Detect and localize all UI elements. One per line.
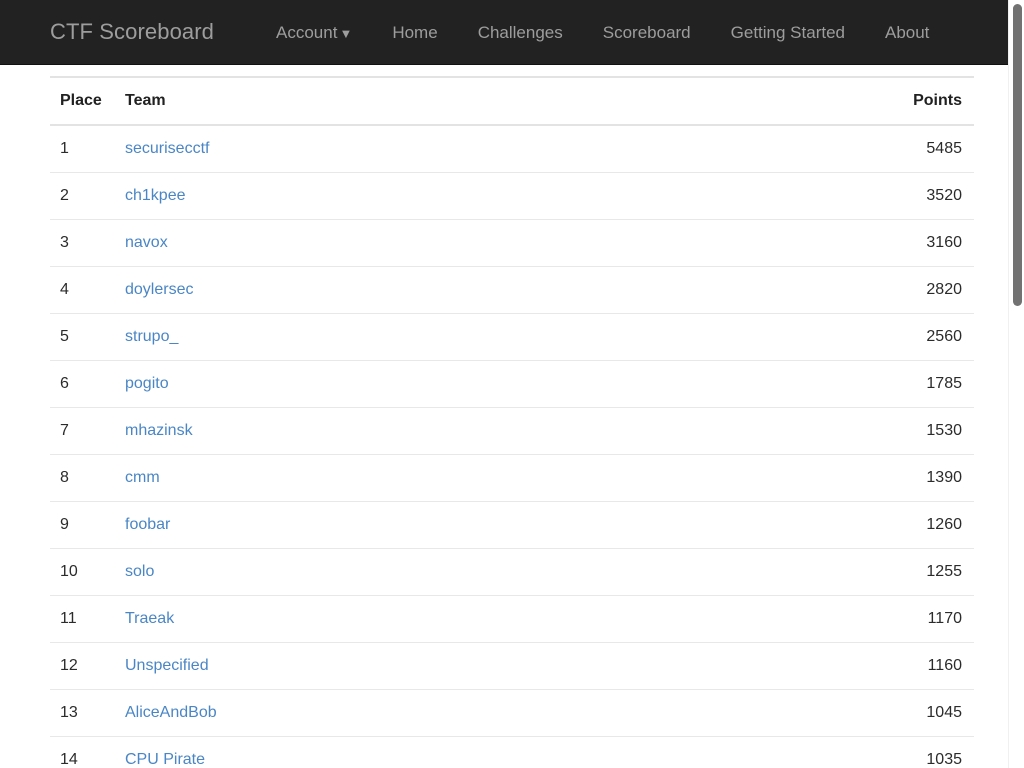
cell-points: 1390 bbox=[635, 454, 974, 502]
scoreboard-table: Place Team Points 1 securisecctf 5485 2 ch1k… bbox=[50, 76, 974, 768]
table-row: 7 mhazinsk 1530 bbox=[50, 407, 974, 455]
cell-points: 1785 bbox=[635, 360, 974, 408]
cell-points: 1170 bbox=[635, 595, 974, 643]
cell-points: 3160 bbox=[635, 219, 974, 267]
nav-item-about[interactable]: About bbox=[885, 24, 929, 41]
cell-team: mhazinsk bbox=[125, 407, 636, 455]
team-link[interactable]: pogito bbox=[125, 375, 169, 392]
navbar-brand[interactable]: CTF Scoreboard bbox=[50, 21, 214, 43]
cell-place: 5 bbox=[50, 313, 125, 361]
cell-points: 1160 bbox=[635, 642, 974, 690]
cell-points: 2560 bbox=[635, 313, 974, 361]
table-row: 6 pogito 1785 bbox=[50, 360, 974, 408]
nav-item-home-label: Home bbox=[392, 22, 438, 42]
team-link[interactable]: Unspecified bbox=[125, 657, 209, 674]
team-link[interactable]: solo bbox=[125, 563, 154, 580]
nav-item-getting-started[interactable]: Getting Started bbox=[731, 24, 845, 41]
table-header-row: Place Team Points bbox=[50, 77, 974, 126]
table-row: 11 Traeak 1170 bbox=[50, 595, 974, 643]
nav-item-account-label: Account bbox=[276, 22, 338, 42]
nav-item-scoreboard[interactable]: Scoreboard bbox=[603, 24, 691, 41]
table-row: 13 AliceAndBob 1045 bbox=[50, 689, 974, 737]
team-link[interactable]: mhazinsk bbox=[125, 422, 193, 439]
cell-team: AliceAndBob bbox=[125, 689, 636, 737]
top-navbar: CTF Scoreboard Account ▼ Home Challenges… bbox=[0, 0, 1024, 65]
cell-team: strupo_ bbox=[125, 313, 636, 361]
team-link[interactable]: ch1kpee bbox=[125, 187, 186, 204]
cell-team: pogito bbox=[125, 360, 636, 408]
cell-points: 1530 bbox=[635, 407, 974, 455]
cell-place: 13 bbox=[50, 689, 125, 737]
cell-place: 9 bbox=[50, 501, 125, 549]
cell-points: 1260 bbox=[635, 501, 974, 549]
cell-place: 6 bbox=[50, 360, 125, 408]
team-link[interactable]: securisecctf bbox=[125, 140, 209, 157]
cell-place: 1 bbox=[50, 125, 125, 173]
scrollbar-thumb[interactable] bbox=[1013, 4, 1022, 306]
nav-item-challenges[interactable]: Challenges bbox=[478, 24, 563, 41]
cell-team: CPU Pirate bbox=[125, 736, 636, 768]
table-row: 5 strupo_ 2560 bbox=[50, 313, 974, 361]
table-row: 3 navox 3160 bbox=[50, 219, 974, 267]
cell-points: 1045 bbox=[635, 689, 974, 737]
cell-place: 8 bbox=[50, 454, 125, 502]
team-link[interactable]: cmm bbox=[125, 469, 160, 486]
team-link[interactable]: CPU Pirate bbox=[125, 751, 205, 768]
cell-team: securisecctf bbox=[125, 125, 636, 173]
cell-points: 1255 bbox=[635, 548, 974, 596]
cell-place: 11 bbox=[50, 595, 125, 643]
cell-place: 10 bbox=[50, 548, 125, 596]
nav-item-about-label: About bbox=[884, 22, 930, 42]
cell-team: ch1kpee bbox=[125, 172, 636, 220]
cell-points: 3520 bbox=[635, 172, 974, 220]
cell-team: Traeak bbox=[125, 595, 636, 643]
nav-item-account[interactable]: Account ▼ bbox=[276, 24, 352, 41]
nav-item-getting-started-label: Getting Started bbox=[730, 22, 845, 42]
cell-place: 3 bbox=[50, 219, 125, 267]
nav-item-challenges-label: Challenges bbox=[477, 22, 563, 42]
vertical-scrollbar[interactable] bbox=[1008, 0, 1024, 768]
table-row: 4 doylersec 2820 bbox=[50, 266, 974, 314]
cell-team: foobar bbox=[125, 501, 636, 549]
table-row: 10 solo 1255 bbox=[50, 548, 974, 596]
team-link[interactable]: Traeak bbox=[125, 610, 174, 627]
cell-team: Unspecified bbox=[125, 642, 636, 690]
team-link[interactable]: AliceAndBob bbox=[125, 704, 217, 721]
team-link[interactable]: doylersec bbox=[125, 281, 193, 298]
table-row: 9 foobar 1260 bbox=[50, 501, 974, 549]
navbar-menu: Account ▼ Home Challenges Scoreboard Get… bbox=[276, 24, 929, 41]
column-header-place[interactable]: Place bbox=[50, 77, 125, 126]
cell-points: 2820 bbox=[635, 266, 974, 314]
scoreboard-table-body: 1 securisecctf 5485 2 ch1kpee 3520 3 navox 3160 4… bbox=[50, 125, 974, 768]
cell-place: 2 bbox=[50, 172, 125, 220]
cell-team: navox bbox=[125, 219, 636, 267]
cell-team: solo bbox=[125, 548, 636, 596]
table-row: 2 ch1kpee 3520 bbox=[50, 172, 974, 220]
cell-place: 4 bbox=[50, 266, 125, 314]
cell-team: doylersec bbox=[125, 266, 636, 314]
chevron-down-icon: ▼ bbox=[339, 25, 353, 41]
table-row: 8 cmm 1390 bbox=[50, 454, 974, 502]
cell-place: 12 bbox=[50, 642, 125, 690]
scoreboard-table-head: Place Team Points bbox=[50, 77, 974, 126]
nav-item-home[interactable]: Home bbox=[392, 24, 437, 41]
table-row: 12 Unspecified 1160 bbox=[50, 642, 974, 690]
team-link[interactable]: strupo_ bbox=[125, 328, 178, 345]
main-content: Place Team Points 1 securisecctf 5485 2 ch1k… bbox=[0, 76, 1024, 768]
team-link[interactable]: foobar bbox=[125, 516, 170, 533]
team-link[interactable]: navox bbox=[125, 234, 168, 251]
cell-place: 7 bbox=[50, 407, 125, 455]
cell-points: 5485 bbox=[635, 125, 974, 173]
table-row: 14 CPU Pirate 1035 bbox=[50, 736, 974, 768]
cell-place: 14 bbox=[50, 736, 125, 768]
column-header-team[interactable]: Team bbox=[125, 77, 636, 126]
nav-item-scoreboard-label: Scoreboard bbox=[602, 22, 691, 42]
cell-points: 1035 bbox=[635, 736, 974, 768]
table-row: 1 securisecctf 5485 bbox=[50, 125, 974, 173]
column-header-points[interactable]: Points bbox=[635, 77, 974, 126]
cell-team: cmm bbox=[125, 454, 636, 502]
